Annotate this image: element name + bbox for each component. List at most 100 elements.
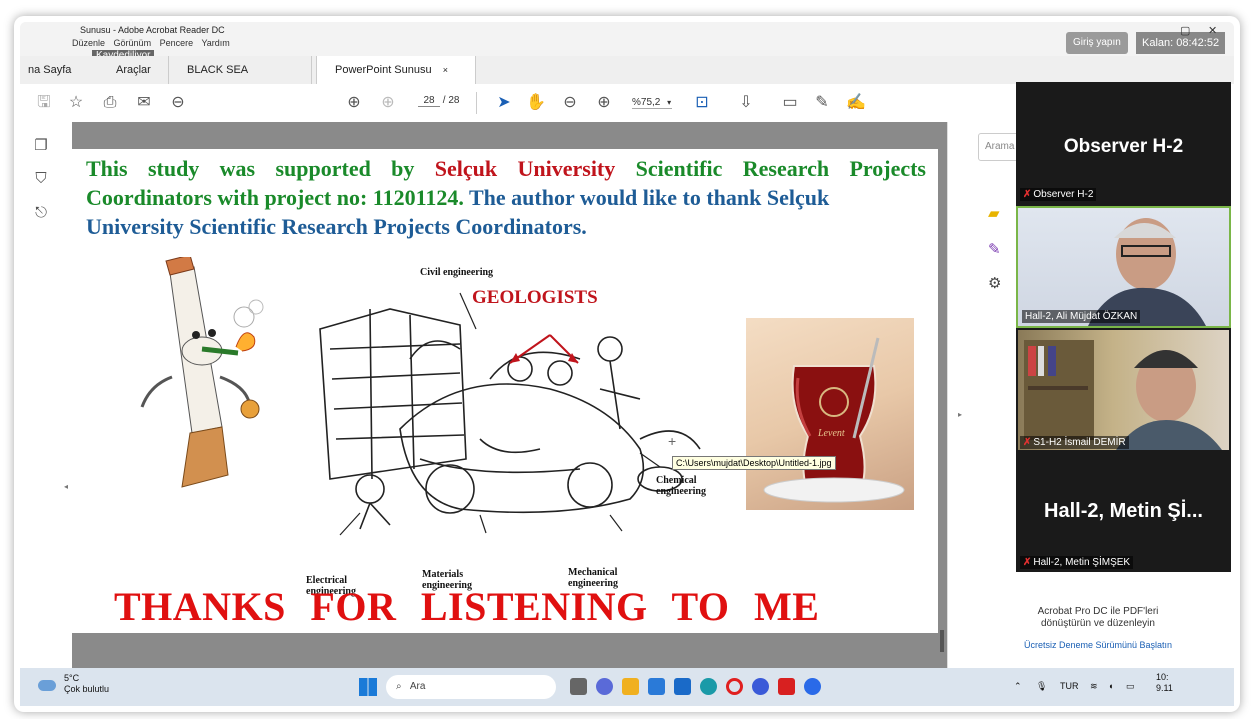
opera-icon[interactable]: [726, 678, 743, 695]
promo-line-1: Acrobat Pro DC ile PDF'leri: [1037, 606, 1159, 617]
promo-line-2: dönüştürün ve düzenleyin: [1041, 618, 1155, 629]
chevron-down-icon: ▾: [667, 98, 672, 107]
menu-help[interactable]: Yardım: [201, 38, 229, 48]
expand-right-icon[interactable]: ▸: [958, 410, 962, 419]
engineering-cartoon-image: [319, 292, 701, 536]
windows-taskbar: 5°C Çok bulutlu ⌕ Ara ⌃ 🎙 TUR ≋ ◖ ▭ 10: …: [20, 668, 1234, 706]
store-icon[interactable]: [648, 678, 665, 695]
comment-icon[interactable]: ▭: [780, 93, 800, 113]
collapse-left-icon[interactable]: ◂: [64, 482, 68, 491]
menu-edit[interactable]: Düzenle: [72, 38, 105, 48]
fill-sign-icon[interactable]: ✎: [988, 240, 1001, 258]
save-icon[interactable]: 🖫: [34, 93, 54, 113]
windows-start-icon[interactable]: [359, 678, 377, 696]
zoom-select[interactable]: %75,2 ▾: [632, 97, 672, 109]
participant-tile-demir[interactable]: ✗ S1-H2 İsmail DEMİR: [1016, 330, 1231, 452]
title-bar: Sunusu - Adobe Acrobat Reader DC Kaydedi…: [20, 22, 1234, 61]
weather-widget[interactable]: 5°C Çok bulutlu: [64, 673, 109, 695]
clock-time: 10:: [1156, 672, 1169, 682]
mail-icon[interactable]: [674, 678, 691, 695]
zoom-in-icon[interactable]: ⊕: [594, 93, 614, 113]
tab-close-icon[interactable]: ×: [443, 65, 448, 75]
participant-name: S1-H2 İsmail DEMİR: [1033, 437, 1126, 448]
taskbar-search-label: Ara: [409, 681, 426, 692]
more-tools-icon[interactable]: ⚙: [988, 274, 1001, 292]
bookmarks-icon[interactable]: ⛉: [32, 170, 50, 188]
file-explorer-icon[interactable]: [622, 678, 639, 695]
attachment-icon[interactable]: ⎋: [32, 204, 50, 222]
microphone-icon[interactable]: 🎙: [1036, 681, 1047, 692]
participant-tile-ozkan[interactable]: Hall-2, Ali Müjdat ÖZKAN: [1016, 206, 1231, 328]
page-thumbnails-icon[interactable]: ❐: [32, 136, 50, 154]
keyboard-language[interactable]: TUR: [1060, 681, 1079, 691]
participant-portrait: [1088, 218, 1206, 326]
tea-glass-image: Levent: [746, 318, 914, 510]
taskbar-search[interactable]: ⌕ Ara: [386, 675, 556, 699]
participant-tile-simsek[interactable]: Hall-2, Metin Şİ... ✗ Hall-2, Metin ŞİMŞE…: [1016, 454, 1231, 572]
highlight-pen-icon[interactable]: ✎: [812, 93, 832, 113]
wifi-icon[interactable]: ≋: [1090, 681, 1098, 692]
clock-date: 9.11: [1156, 683, 1173, 693]
scroll-mode-icon[interactable]: ⇩: [736, 93, 756, 113]
close-icon[interactable]: ✕: [1208, 24, 1217, 37]
search-icon: ⌕: [396, 681, 402, 692]
edge-icon[interactable]: [700, 678, 717, 695]
scrollbar-thumb[interactable]: [940, 630, 944, 652]
weather-temp: 5°C: [64, 673, 80, 683]
sign-icon[interactable]: ✍: [846, 93, 866, 113]
page-down-icon[interactable]: ⊕: [378, 93, 398, 113]
media-player-icon[interactable]: [752, 678, 769, 695]
free-trial-link[interactable]: Ücretsiz Deneme Sürümünü Başlatın: [988, 640, 1208, 650]
tab-document-2[interactable]: PowerPoint Sunusu ×: [316, 56, 476, 85]
acknowledgement-line-2: Coordinators with project no: 11201124. …: [86, 183, 926, 212]
select-cursor-icon[interactable]: ➤: [494, 93, 514, 113]
volume-icon[interactable]: ◖: [1108, 681, 1113, 691]
teams-icon[interactable]: [596, 678, 613, 695]
bookmark-star-icon[interactable]: ☆: [66, 93, 86, 113]
tab-document-2-label: PowerPoint Sunusu: [335, 64, 432, 76]
tab-document-1[interactable]: BLACK SEA PROGR...: [168, 56, 312, 104]
participant-name-label: ✗ Hall-2, Metin ŞİMŞEK: [1020, 556, 1134, 569]
zoom-search-icon[interactable]: ⊖: [168, 93, 188, 113]
weather-desc: Çok bulutlu: [64, 684, 110, 694]
muted-mic-icon: ✗: [1023, 557, 1032, 568]
participant-portrait: [1024, 340, 1222, 450]
page-number-input[interactable]: 28: [418, 95, 440, 107]
muted-mic-icon: ✗: [1023, 189, 1032, 200]
comment-tool-icon[interactable]: ▰: [988, 204, 1000, 222]
page-up-icon[interactable]: ⊕: [344, 93, 364, 113]
promo-text: Acrobat Pro DC ile PDF'leri dönüştürün v…: [988, 606, 1208, 630]
participant-name: Hall-2, Metin ŞİMŞEK: [1033, 557, 1131, 568]
file-path-tooltip: C:\Users\mujdat\Desktop\Untitled-1.jpg: [672, 456, 836, 470]
screen: Sunusu - Adobe Acrobat Reader DC Kaydedi…: [20, 22, 1234, 706]
zoom-out-icon[interactable]: ⊖: [560, 93, 580, 113]
battery-icon[interactable]: ▭: [1126, 681, 1135, 692]
participant-tile-observer[interactable]: Observer H-2 ✗ Observer H-2: [1016, 82, 1231, 204]
menu-window[interactable]: Pencere: [160, 38, 194, 48]
email-icon[interactable]: ✉: [134, 93, 154, 113]
participant-name: Observer H-2: [1033, 189, 1094, 200]
restore-icon[interactable]: ▢: [1180, 24, 1190, 37]
label-chemical-engineering: Chemical engineering: [656, 475, 706, 497]
menu-view[interactable]: Görünüm: [114, 38, 152, 48]
participant-big-name: Hall-2, Metin Şİ...: [1044, 500, 1203, 522]
toolbar-divider: [476, 92, 477, 114]
tab-home[interactable]: na Sayfa: [28, 56, 71, 84]
window-title: Sunusu - Adobe Acrobat Reader DC: [80, 25, 225, 35]
tea-glass-text: Levent: [818, 428, 845, 439]
acknowledgement-line-3: University Scientific Research Projects …: [86, 214, 587, 239]
print-icon[interactable]: ⎙: [100, 93, 120, 113]
sign-in-button[interactable]: Giriş yapın: [1066, 32, 1128, 54]
tab-tools[interactable]: Araçlar: [116, 56, 151, 84]
clock[interactable]: 10: 9.11: [1156, 672, 1173, 694]
zoom-app-icon[interactable]: [804, 678, 821, 695]
fit-page-icon[interactable]: ⊡: [692, 93, 712, 113]
chevron-up-icon[interactable]: ⌃: [1014, 681, 1022, 692]
acknowledgement-line-1: This study was supported by Selçuk Unive…: [86, 154, 926, 183]
task-view-icon[interactable]: [570, 678, 587, 695]
acrobat-icon[interactable]: [778, 678, 795, 695]
participant-big-name: Observer H-2: [1063, 136, 1184, 157]
left-nav-panel: ❐ ⛉ ⎋ ◂: [20, 122, 73, 668]
participant-name-label: ✗ Observer H-2: [1020, 188, 1097, 201]
hand-tool-icon[interactable]: ✋: [526, 93, 546, 113]
